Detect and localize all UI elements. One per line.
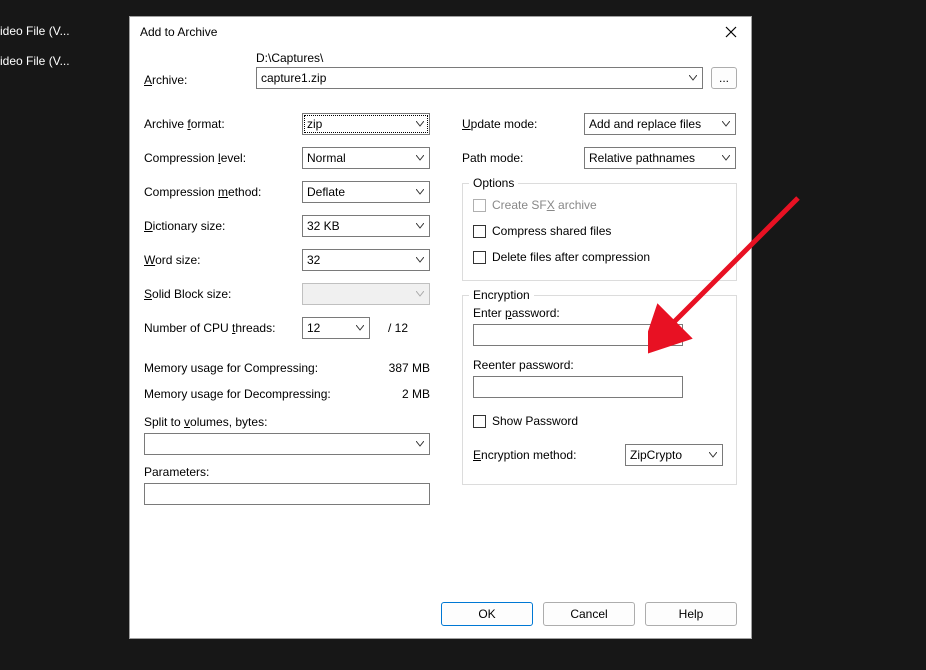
- split-volumes-combo[interactable]: [144, 433, 430, 455]
- compression-level-label: Compression level:: [144, 151, 302, 165]
- encryption-method-label: Encryption method:: [473, 448, 625, 462]
- close-icon: [725, 26, 737, 38]
- help-label: Help: [679, 607, 704, 621]
- chevron-down-icon: [717, 121, 735, 127]
- encryption-group: Encryption Enter password: Reenter passw…: [462, 295, 737, 485]
- archive-format-label: Archive format:: [144, 117, 302, 131]
- compression-method-value: Deflate: [307, 185, 345, 199]
- mem-compress-value: 387 MB: [389, 361, 430, 375]
- path-mode-value: Relative pathnames: [589, 151, 695, 165]
- cpu-threads-value: 12: [307, 321, 320, 335]
- dialog-title: Add to Archive: [140, 25, 217, 39]
- enter-password-label: Enter password:: [473, 306, 726, 320]
- compression-method-label: Compression method:: [144, 185, 302, 199]
- word-size-select[interactable]: 32: [302, 249, 430, 271]
- show-password-label: Show Password: [492, 414, 578, 428]
- reenter-password-input[interactable]: [473, 376, 683, 398]
- titlebar: Add to Archive: [130, 17, 751, 47]
- ok-button[interactable]: OK: [441, 602, 533, 626]
- archive-label: Archive:: [144, 51, 256, 87]
- chevron-down-icon: [411, 257, 429, 263]
- solid-block-label: Solid Block size:: [144, 287, 302, 301]
- archive-file-combo[interactable]: capture1.zip: [256, 67, 703, 89]
- delete-after-checkbox[interactable]: [473, 251, 486, 264]
- browse-label: ...: [719, 71, 729, 85]
- dictionary-size-value: 32 KB: [307, 219, 340, 233]
- dictionary-size-select[interactable]: 32 KB: [302, 215, 430, 237]
- chevron-down-icon: [351, 325, 369, 331]
- compression-method-select[interactable]: Deflate: [302, 181, 430, 203]
- chevron-down-icon: [717, 155, 735, 161]
- archive-file-value: capture1.zip: [261, 71, 326, 85]
- encryption-method-value: ZipCrypto: [630, 448, 682, 462]
- ok-label: OK: [478, 607, 495, 621]
- solid-block-select: [302, 283, 430, 305]
- close-button[interactable]: [719, 20, 743, 44]
- chevron-down-icon: [704, 452, 722, 458]
- help-button[interactable]: Help: [645, 602, 737, 626]
- update-mode-value: Add and replace files: [589, 117, 701, 131]
- archive-format-value: zip: [307, 117, 322, 131]
- options-group: Options Create SFX archive Compress shar…: [462, 183, 737, 281]
- split-volumes-label: Split to volumes, bytes:: [144, 415, 430, 429]
- options-title: Options: [469, 176, 518, 190]
- show-password-checkbox[interactable]: [473, 415, 486, 428]
- reenter-password-label: Reenter password:: [473, 358, 726, 372]
- encryption-title: Encryption: [469, 288, 534, 302]
- chevron-down-icon: [411, 189, 429, 195]
- chevron-down-icon: [411, 121, 429, 127]
- update-mode-label: Update mode:: [462, 117, 584, 131]
- sfx-checkbox: [473, 199, 486, 212]
- path-mode-select[interactable]: Relative pathnames: [584, 147, 736, 169]
- chevron-down-icon: [684, 75, 702, 81]
- parameters-label: Parameters:: [144, 465, 430, 479]
- chevron-down-icon: [411, 223, 429, 229]
- parameters-input[interactable]: [144, 483, 430, 505]
- word-size-value: 32: [307, 253, 320, 267]
- path-mode-label: Path mode:: [462, 151, 584, 165]
- cancel-button[interactable]: Cancel: [543, 602, 635, 626]
- encryption-method-select[interactable]: ZipCrypto: [625, 444, 723, 466]
- delete-after-label: Delete files after compression: [492, 250, 650, 264]
- word-size-label: Word size:: [144, 253, 302, 267]
- cancel-label: Cancel: [570, 607, 607, 621]
- chevron-down-icon: [411, 291, 429, 297]
- sfx-label: Create SFX archive: [492, 198, 597, 212]
- compress-shared-label: Compress shared files: [492, 224, 611, 238]
- compression-level-value: Normal: [307, 151, 346, 165]
- cpu-threads-total: / 12: [388, 321, 408, 335]
- compress-shared-checkbox[interactable]: [473, 225, 486, 238]
- enter-password-input[interactable]: [473, 324, 683, 346]
- browse-button[interactable]: ...: [711, 67, 737, 89]
- button-bar: OK Cancel Help: [130, 590, 751, 638]
- mem-compress-label: Memory usage for Compressing:: [144, 361, 318, 375]
- mem-decompress-value: 2 MB: [402, 387, 430, 401]
- chevron-down-icon: [411, 441, 429, 447]
- cpu-threads-select[interactable]: 12: [302, 317, 370, 339]
- mem-decompress-label: Memory usage for Decompressing:: [144, 387, 331, 401]
- chevron-down-icon: [411, 155, 429, 161]
- update-mode-select[interactable]: Add and replace files: [584, 113, 736, 135]
- bg-file-name: ideo File (V...: [0, 24, 130, 38]
- add-to-archive-dialog: Add to Archive Archive: D:\Captures\ cap…: [129, 16, 752, 639]
- archive-path: D:\Captures\: [256, 51, 737, 65]
- archive-format-select[interactable]: zip: [302, 113, 430, 135]
- bg-file-name: ideo File (V...: [0, 54, 130, 68]
- compression-level-select[interactable]: Normal: [302, 147, 430, 169]
- dictionary-size-label: Dictionary size:: [144, 219, 302, 233]
- cpu-threads-label: Number of CPU threads:: [144, 321, 302, 335]
